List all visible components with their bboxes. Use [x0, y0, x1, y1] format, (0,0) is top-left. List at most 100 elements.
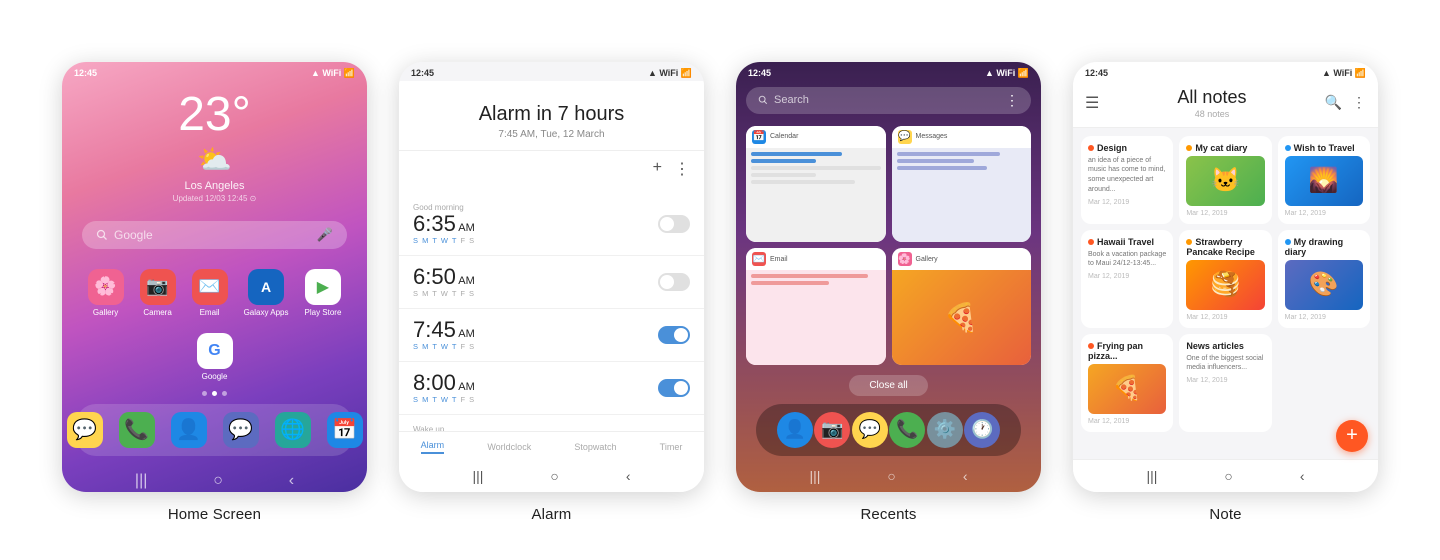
alarm-toggle-2[interactable] [658, 273, 690, 291]
note-card-cat[interactable]: My cat diary 🐱 Mar 12, 2019 [1179, 136, 1271, 224]
dock-phone[interactable]: 📞 [119, 412, 155, 448]
nav-home[interactable]: ○ [213, 472, 223, 490]
note-card-pancake[interactable]: Strawberry Pancake Recipe 🥞 Mar 12, 2019 [1179, 230, 1271, 328]
search-icon [96, 229, 108, 241]
alarm-toggle-3[interactable] [658, 326, 690, 344]
line-5 [751, 180, 855, 184]
note-search-icon[interactable]: 🔍 [1325, 94, 1342, 111]
recents-card-2-name: Messages [916, 133, 948, 140]
alarm-screen-item: 12:45 ▲ WiFi 📶 Alarm in 7 hours 7:45 AM,… [399, 62, 704, 523]
alarm-item-2[interactable]: 6:50 AM S M T W T F S [399, 256, 704, 309]
app-galaxy[interactable]: A Galaxy Apps [244, 269, 289, 317]
recents-card-3-lines [746, 270, 886, 292]
note-card-news[interactable]: News articles One of the biggest social … [1179, 334, 1271, 432]
alarm-tab-timer[interactable]: Timer [660, 442, 683, 452]
recents-card-2-lines [892, 148, 1032, 177]
note-card-hawaii[interactable]: Hawaii Travel Book a vacation package to… [1081, 230, 1173, 328]
note-card-drawing-title: My drawing diary [1285, 237, 1363, 257]
recents-card-3[interactable]: ✉️ Email [746, 248, 886, 365]
note-fab-button[interactable]: + [1336, 420, 1368, 452]
alarm-item-3-days: S M T W T F S [413, 342, 658, 351]
home-search-bar[interactable]: Google 🎤 [82, 221, 347, 249]
recents-card-2-header: 💬 Messages [892, 126, 1032, 148]
home-screen: 12:45 ▲ WiFi 📶 23° ⛅ Los Angeles Updated… [62, 62, 367, 492]
line-3 [751, 166, 881, 170]
recents-dock-contacts[interactable]: 👤 [777, 412, 813, 448]
alarm-add-button[interactable]: + [653, 159, 662, 179]
note-card-cat-img: 🐱 [1186, 156, 1264, 206]
recents-search-text: Search [774, 94, 809, 106]
app-google[interactable]: G Google [197, 333, 233, 381]
note-card-cat-title: My cat diary [1186, 143, 1264, 153]
note-card-design-date: Mar 12, 2019 [1088, 199, 1166, 206]
recents-card-4-content: 🍕 [892, 270, 1032, 365]
alarm-item-1[interactable]: Good morning 6:35 AM S M T W T F S [399, 193, 704, 256]
note-nav-recent[interactable]: ||| [1146, 468, 1157, 484]
recents-nav-back[interactable]: ‹ [963, 468, 968, 484]
note-nav-back[interactable]: ‹ [1300, 468, 1305, 484]
nav-back[interactable]: ‹ [289, 472, 294, 490]
alarm-tab-stopwatch[interactable]: Stopwatch [574, 442, 616, 452]
recents-more-icon[interactable]: ⋮ [1005, 92, 1019, 109]
recents-card-3-name: Email [770, 256, 788, 263]
recents-status-bar: 12:45 ▲ WiFi 📶 [736, 62, 1041, 81]
note-screen-item: 12:45 ▲ WiFi 📶 ☰ All notes 48 notes 🔍 [1073, 62, 1378, 523]
alarm-item-5[interactable]: Wake up 8:15 AM Thu Apr 18 [399, 415, 704, 431]
alarm-item-4[interactable]: 8:00 AM S M T W T F S [399, 362, 704, 415]
recents-card-1[interactable]: 📅 Calendar [746, 126, 886, 243]
recents-search[interactable]: Search ⋮ [746, 87, 1031, 114]
alarm-tab-worldclock[interactable]: Worldclock [487, 442, 531, 452]
home-app-grid: 🌸 Gallery 📷 Camera ✉️ Email A Galaxy App… [62, 269, 367, 381]
app-playstore[interactable]: ▶ Play Store [305, 269, 342, 317]
recents-card-2-content [892, 148, 1032, 243]
alarm-toggle-4[interactable] [658, 379, 690, 397]
recents-caption: Recents [860, 506, 916, 523]
alarm-nav-recent[interactable]: ||| [472, 468, 483, 484]
recents-status-icons: ▲ WiFi 📶 [985, 68, 1029, 79]
alarm-nav-back[interactable]: ‹ [626, 468, 631, 484]
alarm-more-button[interactable]: ⋮ [674, 159, 690, 179]
alarm-toggle-1[interactable] [658, 215, 690, 233]
note-card-design[interactable]: Design an idea of a piece of music has c… [1081, 136, 1173, 224]
recents-dock-phone[interactable]: 📞 [889, 412, 925, 448]
note-more-icon[interactable]: ⋮ [1352, 94, 1366, 111]
recents-card-4[interactable]: 🌸 Gallery 🍕 [892, 248, 1032, 365]
recents-card-2[interactable]: 💬 Messages [892, 126, 1032, 243]
line-2 [751, 281, 829, 285]
home-phone-frame: 12:45 ▲ WiFi 📶 23° ⛅ Los Angeles Updated… [62, 62, 367, 492]
line-2 [897, 159, 975, 163]
alarm-phone-frame: 12:45 ▲ WiFi 📶 Alarm in 7 hours 7:45 AM,… [399, 62, 704, 492]
recents-close-all-button[interactable]: Close all [849, 375, 927, 396]
note-caption: Note [1209, 506, 1241, 523]
alarm-nav-home[interactable]: ○ [550, 468, 558, 484]
alarm-tab-alarm[interactable]: Alarm [421, 440, 445, 454]
home-page-dots [62, 391, 367, 396]
recents-dock-camera[interactable]: 📷 [814, 412, 850, 448]
dot-1 [202, 391, 207, 396]
note-nav-home[interactable]: ○ [1224, 468, 1232, 484]
recents-dock-messages[interactable]: 💬 [852, 412, 888, 448]
app-gallery[interactable]: 🌸 Gallery [88, 269, 124, 317]
note-menu-icon[interactable]: ☰ [1085, 93, 1099, 113]
recents-dock-settings[interactable]: ⚙️ [927, 412, 963, 448]
recents-nav-home[interactable]: ○ [887, 468, 895, 484]
dock-internet[interactable]: 🌐 [275, 412, 311, 448]
line-1 [897, 152, 1001, 156]
dock-calendar[interactable]: 📅 [327, 412, 363, 448]
home-caption: Home Screen [168, 506, 261, 523]
note-card-drawing[interactable]: My drawing diary 🎨 Mar 12, 2019 [1278, 230, 1370, 328]
note-card-drawing-date: Mar 12, 2019 [1285, 314, 1363, 321]
dock-chat[interactable]: 💬 [223, 412, 259, 448]
recents-dock-clock[interactable]: 🕐 [964, 412, 1000, 448]
recents-nav-recent[interactable]: ||| [809, 468, 820, 484]
app-camera[interactable]: 📷 Camera [140, 269, 176, 317]
note-card-pizza[interactable]: Frying pan pizza... 🍕 Mar 12, 2019 [1081, 334, 1173, 432]
dock-contacts[interactable]: 👤 [171, 412, 207, 448]
note-card-travel[interactable]: Wish to Travel 🌄 Mar 12, 2019 [1278, 136, 1370, 224]
dock-messages[interactable]: 💬 [67, 412, 103, 448]
nav-recent[interactable]: ||| [135, 472, 147, 490]
alarm-item-3[interactable]: 7:45 AM S M T W T F S [399, 309, 704, 362]
app-email[interactable]: ✉️ Email [192, 269, 228, 317]
alarm-add-row: + ⋮ [399, 151, 704, 187]
alarm-list: Good morning 6:35 AM S M T W T F S 6:50 … [399, 187, 704, 431]
